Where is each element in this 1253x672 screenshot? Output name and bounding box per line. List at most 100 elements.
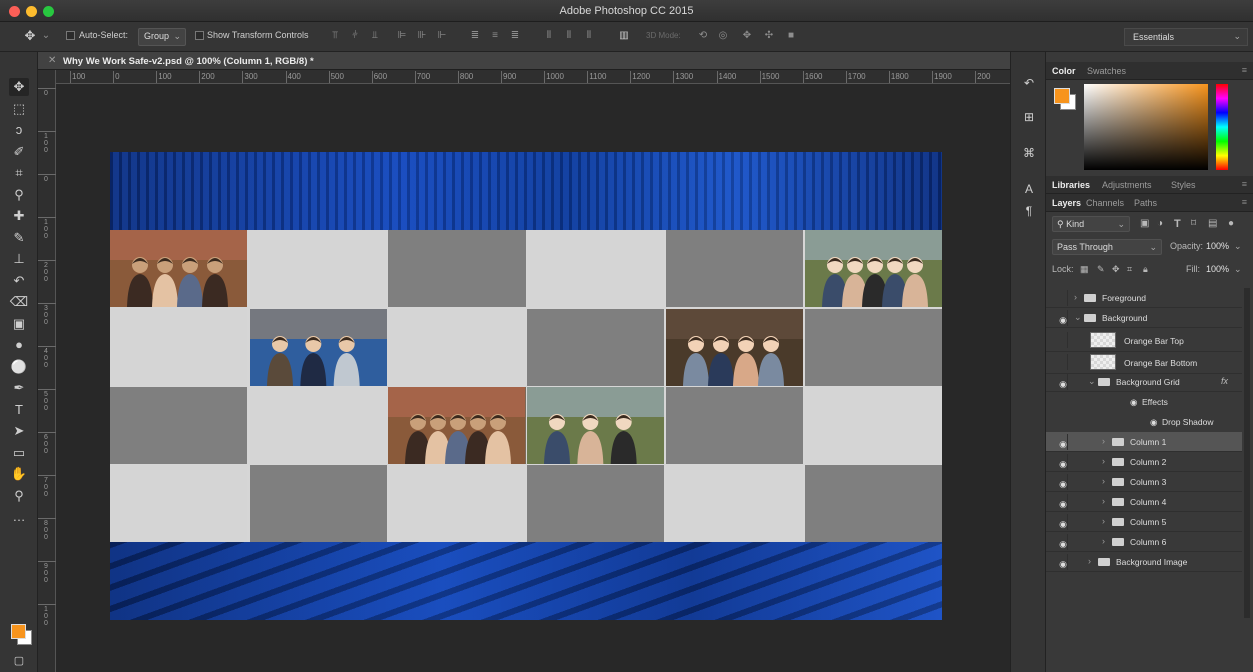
move-tool-preset-icon[interactable]: ✥ (24, 29, 36, 42)
layer-visibility-toggle[interactable]: ◉ (1050, 534, 1068, 550)
lock-position-icon[interactable]: ✥ (1112, 264, 1120, 275)
paragraph-panel-icon[interactable]: ¶ (1020, 202, 1038, 220)
layer-visibility-toggle[interactable] (1050, 290, 1068, 306)
chevron-down-icon[interactable]: ⌄ (1074, 312, 1082, 323)
align-right-icon[interactable]: ⊩ (436, 30, 448, 42)
workspace-switcher[interactable]: Essentials ⌄ (1124, 28, 1248, 46)
layer-visibility-toggle[interactable]: ◉ (1050, 310, 1068, 326)
more-tools-icon[interactable]: … (9, 508, 29, 526)
3d-roll-icon[interactable]: ◎ (717, 30, 729, 42)
layer-visibility-toggle[interactable]: ◉ (1050, 474, 1068, 490)
distribute-bottom-icon[interactable]: ≣ (509, 30, 521, 42)
character-panel-icon[interactable]: A (1020, 180, 1038, 198)
distribute-left-icon[interactable]: ⦀ (543, 30, 555, 42)
properties-panel-icon[interactable]: ⊞ (1020, 108, 1038, 126)
layer-visibility-toggle[interactable]: ◉ (1050, 514, 1068, 530)
layer-row[interactable]: ◉ › Column 4 (1046, 492, 1242, 512)
layer-row[interactable]: Orange Bar Bottom (1046, 352, 1242, 374)
layer-visibility-toggle[interactable]: ◉ (1050, 374, 1068, 390)
panel-menu-icon[interactable]: ≡ (1242, 197, 1247, 207)
tab-channels[interactable]: Channels (1086, 198, 1124, 208)
layer-row[interactable]: ◉ Effects (1046, 392, 1242, 412)
chevron-right-icon[interactable]: › (1102, 436, 1105, 446)
chevron-right-icon[interactable]: › (1102, 496, 1105, 506)
path-selection-tool-icon[interactable]: ➤ (9, 422, 29, 440)
chevron-down-icon[interactable]: ⌄ (1234, 241, 1242, 252)
blur-tool-icon[interactable]: ● (9, 336, 29, 354)
tab-layers[interactable]: Layers (1052, 198, 1081, 208)
eye-icon[interactable]: ◉ (1130, 397, 1137, 408)
layer-visibility-toggle[interactable]: ◉ (1050, 554, 1068, 570)
chevron-right-icon[interactable]: › (1102, 476, 1105, 486)
eyedropper-tool-icon[interactable]: ⚲ (9, 186, 29, 204)
chevron-down-icon[interactable]: ⌄ (1088, 376, 1096, 387)
layer-row[interactable]: ◉ › Column 2 (1046, 452, 1242, 472)
layer-row[interactable]: › Foreground (1046, 288, 1242, 308)
distribute-right-icon[interactable]: ⦀ (583, 30, 595, 42)
chevron-right-icon[interactable]: › (1102, 516, 1105, 526)
chevron-down-icon[interactable]: ⌄ (1234, 264, 1242, 275)
color-picker-field[interactable] (1084, 84, 1208, 170)
foreground-color-swatch[interactable] (1054, 88, 1070, 104)
layer-visibility-toggle[interactable]: ◉ (1050, 434, 1068, 450)
lock-all-icon[interactable]: 🔒︎ (1143, 264, 1148, 275)
layer-visibility-toggle[interactable] (1050, 354, 1068, 370)
blend-mode-dropdown[interactable]: Pass Through ⌄ (1052, 239, 1162, 255)
align-left-icon[interactable]: ⊫ (396, 30, 408, 42)
lock-artboard-icon[interactable]: ⌗ (1127, 264, 1132, 275)
fill-value[interactable]: 100% (1206, 264, 1229, 274)
layer-row[interactable]: ◉ › Column 1 (1046, 432, 1242, 452)
layer-row[interactable]: ◉ › Column 5 (1046, 512, 1242, 532)
tab-styles[interactable]: Styles (1171, 180, 1196, 190)
filter-adjustment-icon[interactable]: ◑ (1157, 218, 1163, 229)
filter-smart-object-icon[interactable]: ▤ (1208, 218, 1217, 229)
align-bottom-icon[interactable]: ⫫ (369, 30, 381, 42)
distribute-hcenter-icon[interactable]: ⦀ (563, 30, 575, 42)
healing-brush-tool-icon[interactable]: ✚ (9, 207, 29, 225)
layer-effects-icon[interactable]: fx (1221, 376, 1228, 386)
3d-scale-icon[interactable]: ■ (785, 30, 797, 42)
lock-pixels-icon[interactable]: ✎ (1097, 264, 1105, 275)
type-tool-icon[interactable]: T (9, 401, 29, 419)
layer-row[interactable]: Orange Bar Top (1046, 330, 1242, 352)
layer-row[interactable]: ◉ › Column 3 (1046, 472, 1242, 492)
filter-toggle-icon[interactable]: ● (1228, 218, 1234, 229)
filter-pixel-icon[interactable]: ▣ (1140, 218, 1149, 229)
tab-swatches[interactable]: Swatches (1087, 66, 1126, 76)
layers-scrollbar[interactable] (1244, 288, 1250, 618)
crop-tool-icon[interactable]: ⌗ (9, 164, 29, 182)
filter-type-icon[interactable]: T (1174, 218, 1181, 230)
document-tab[interactable]: ✕ Why We Work Safe-v2.psd @ 100% (Column… (38, 52, 1010, 70)
layer-visibility-toggle[interactable]: ◉ (1050, 454, 1068, 470)
opacity-value[interactable]: 100% (1206, 241, 1229, 251)
brush-tool-icon[interactable]: ✎ (9, 229, 29, 247)
distribute-vcenter-icon[interactable]: ≡ (489, 30, 501, 42)
show-transform-controls-checkbox[interactable] (195, 31, 204, 40)
chevron-down-icon[interactable]: ⌄ (40, 30, 52, 42)
close-icon[interactable]: ✕ (48, 55, 56, 66)
clone-stamp-tool-icon[interactable]: ⊥ (9, 250, 29, 268)
auto-align-layers-icon[interactable]: ▥ (618, 30, 630, 42)
tab-paths[interactable]: Paths (1134, 198, 1157, 208)
tab-color[interactable]: Color (1052, 66, 1076, 76)
tab-adjustments[interactable]: Adjustments (1102, 180, 1152, 190)
move-tool-icon[interactable]: ✥ (9, 78, 29, 96)
history-panel-icon[interactable]: ↶ (1020, 74, 1038, 92)
document-canvas[interactable] (110, 152, 942, 620)
lasso-tool-icon[interactable]: ↄ (9, 121, 29, 139)
layer-row[interactable]: ◉ › Background Image (1046, 552, 1242, 572)
3d-pan-icon[interactable]: ✥ (741, 30, 753, 42)
brush-presets-icon[interactable]: ⌘ (1020, 144, 1038, 162)
vertical-ruler[interactable]: 0 100 0 100 200 300 400 500 600 700 800 900 100 (38, 70, 56, 672)
hand-tool-icon[interactable]: ✋ (9, 465, 29, 483)
align-top-icon[interactable]: ⫪ (329, 30, 341, 42)
hue-slider[interactable] (1216, 84, 1228, 170)
layer-row[interactable]: ◉ ⌄ Background (1046, 308, 1242, 328)
auto-select-checkbox[interactable] (66, 31, 75, 40)
chevron-right-icon[interactable]: › (1102, 456, 1105, 466)
filter-shape-icon[interactable]: ⌑ (1191, 218, 1196, 229)
history-brush-tool-icon[interactable]: ↶ (9, 272, 29, 290)
layer-filter-kind-dropdown[interactable]: ⚲ Kind ⌄ (1052, 216, 1130, 232)
distribute-top-icon[interactable]: ≣ (469, 30, 481, 42)
layer-visibility-toggle[interactable]: ◉ (1050, 494, 1068, 510)
